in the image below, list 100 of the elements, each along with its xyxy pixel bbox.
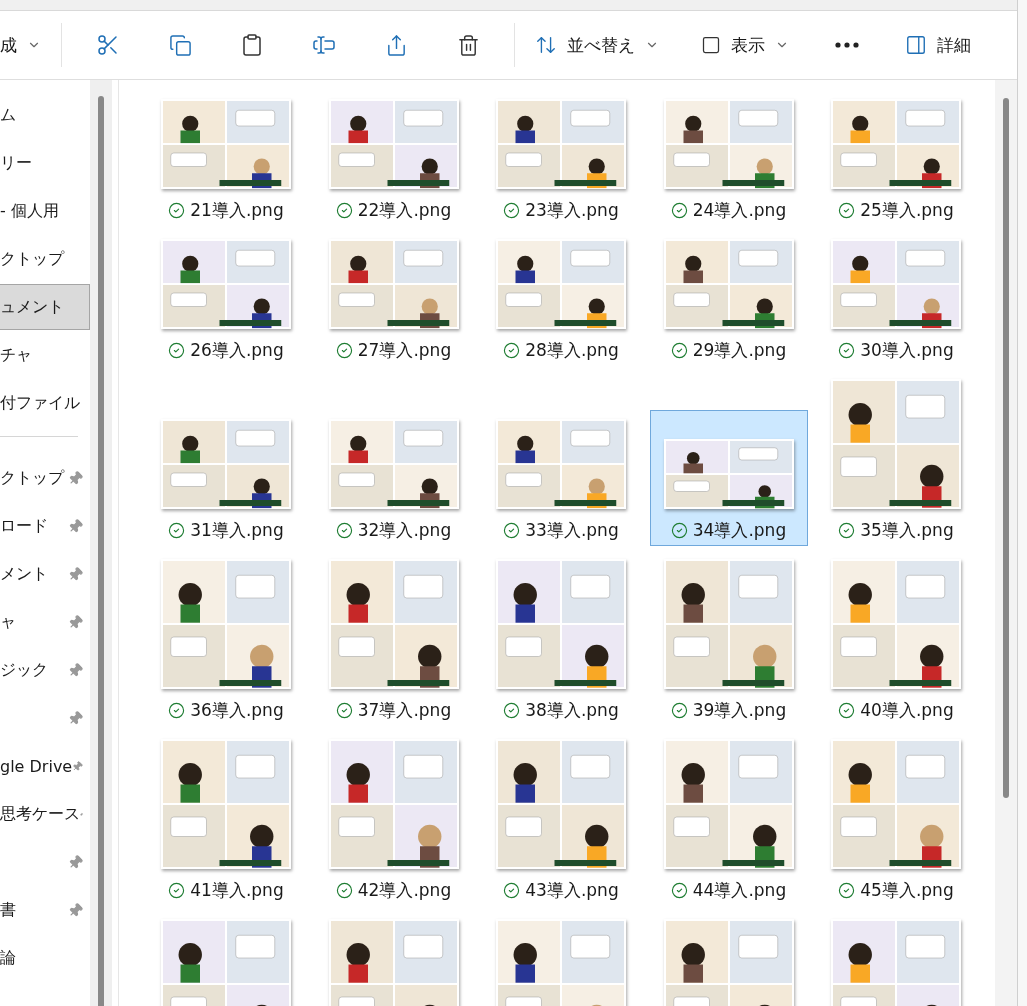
synced-icon xyxy=(838,701,856,719)
file-name: 39導入.png xyxy=(692,698,787,722)
sidebar-item[interactable]: 付ファイル xyxy=(0,380,90,426)
file-name: 35導入.png xyxy=(860,518,954,542)
sidebar-item[interactable]: gle Drive xyxy=(0,756,73,776)
file-tile[interactable]: 39導入.png xyxy=(649,550,808,726)
sidebar-item[interactable]: 論 xyxy=(0,947,16,969)
file-tile[interactable]: 23導入.png xyxy=(482,90,640,226)
synced-icon xyxy=(838,881,856,899)
file-name: 42導入.png xyxy=(357,878,452,902)
clipboard-icon xyxy=(240,33,264,57)
copy-icon xyxy=(168,33,192,57)
file-tile[interactable]: 30導入.png xyxy=(817,230,975,366)
file-name: 44導入.png xyxy=(692,878,787,902)
sort-icon xyxy=(535,34,557,56)
file-tile[interactable]: 26導入.png xyxy=(147,230,305,366)
synced-icon xyxy=(335,881,353,899)
synced-icon xyxy=(335,341,353,359)
sidebar-item[interactable]: ロード xyxy=(0,515,48,537)
sidebar-item[interactable]: クトップ xyxy=(0,467,64,489)
synced-icon xyxy=(670,881,688,899)
synced-icon xyxy=(670,701,688,719)
file-name: 28導入.png xyxy=(525,338,619,362)
file-name: 22導入.png xyxy=(357,198,452,222)
file-name: 21導入.png xyxy=(190,198,284,222)
sidebar-item[interactable]: メント xyxy=(0,563,48,585)
synced-icon xyxy=(503,201,521,219)
more-icon xyxy=(835,42,859,48)
synced-icon xyxy=(503,341,521,359)
file-tile[interactable]: 44導入.png xyxy=(649,730,808,906)
file-name: 40導入.png xyxy=(860,698,954,722)
file-tile[interactable]: 37導入.png xyxy=(314,550,473,726)
file-tile[interactable]: 33導入.png xyxy=(482,410,640,546)
file-name: 23導入.png xyxy=(525,198,619,222)
synced-icon xyxy=(838,201,856,219)
sidebar-item[interactable]: 書 xyxy=(0,899,16,921)
sidebar-item[interactable]: - 個人用 xyxy=(0,188,90,234)
file-tile[interactable]: 29導入.png xyxy=(649,230,808,366)
synced-icon xyxy=(168,341,186,359)
file-tile[interactable]: 38導入.png xyxy=(482,550,640,726)
file-tile[interactable]: 42導入.png xyxy=(314,730,473,906)
synced-icon xyxy=(503,701,521,719)
file-tile[interactable]: 36導入.png xyxy=(147,550,305,726)
file-name: 31導入.png xyxy=(190,518,284,542)
file-name: 34導入.png xyxy=(692,518,787,542)
sidebar-item[interactable]: ャ xyxy=(0,611,16,633)
synced-icon xyxy=(670,201,688,219)
synced-icon xyxy=(168,701,186,719)
file-name: 25導入.png xyxy=(860,198,954,222)
file-tile[interactable]: 28導入.png xyxy=(482,230,640,366)
scrollbar-thumb[interactable] xyxy=(98,96,104,1006)
file-name: 33導入.png xyxy=(525,518,619,542)
synced-icon xyxy=(168,521,186,539)
synced-icon xyxy=(168,881,186,899)
synced-icon xyxy=(503,881,521,899)
file-name: 37導入.png xyxy=(357,698,452,722)
view-button[interactable]: 表示 xyxy=(691,25,799,65)
file-name: 36導入.png xyxy=(190,698,284,722)
synced-icon xyxy=(335,521,353,539)
file-tile[interactable]: 25導入.png xyxy=(817,90,975,226)
file-tile[interactable]: 21導入.png xyxy=(147,90,305,226)
file-name: 26導入.png xyxy=(190,338,284,362)
sidebar-item[interactable]: クトップ xyxy=(0,236,90,282)
scrollbar-thumb[interactable] xyxy=(1003,98,1009,798)
file-name: 30導入.png xyxy=(860,338,954,362)
synced-icon xyxy=(168,201,186,219)
details-button[interactable]: 詳細 xyxy=(895,25,981,65)
synced-icon xyxy=(503,521,521,539)
file-tile[interactable]: 35導入.png xyxy=(817,370,975,546)
file-tile[interactable]: 45導入.png xyxy=(817,730,975,906)
file-tile[interactable]: 43導入.png xyxy=(482,730,640,906)
view-icon xyxy=(701,35,721,55)
file-tile[interactable]: 24導入.png xyxy=(649,90,808,226)
file-name: 29導入.png xyxy=(692,338,787,362)
file-name: 41導入.png xyxy=(190,878,284,902)
file-tile[interactable]: 31導入.png xyxy=(147,410,305,546)
file-tile[interactable]: 34導入.png xyxy=(649,410,808,546)
sidebar-item[interactable]: ム xyxy=(0,92,90,138)
scissors-icon xyxy=(96,33,120,57)
sidebar-item[interactable]: 思考ケース xyxy=(0,803,80,825)
sort-button[interactable]: 並べ替え xyxy=(525,25,669,65)
new-button[interactable]: 成 xyxy=(0,25,51,65)
file-tile[interactable]: 22導入.png xyxy=(314,90,473,226)
file-name: 32導入.png xyxy=(357,518,452,542)
sidebar-item[interactable]: ュメント xyxy=(0,284,90,330)
file-name: 27導入.png xyxy=(357,338,452,362)
sidebar-item[interactable]: ジック xyxy=(0,659,48,681)
file-name: 45導入.png xyxy=(860,878,954,902)
synced-icon xyxy=(335,701,353,719)
sidebar-item[interactable]: チャ xyxy=(0,332,90,378)
synced-icon xyxy=(838,521,856,539)
file-tile[interactable]: 27導入.png xyxy=(314,230,473,366)
file-tile[interactable]: 40導入.png xyxy=(817,550,975,726)
sidebar-item[interactable]: リー xyxy=(0,140,90,186)
rename-icon xyxy=(312,33,336,57)
file-tile[interactable]: 32導入.png xyxy=(314,410,473,546)
file-tile[interactable]: 41導入.png xyxy=(147,730,305,906)
details-pane-icon xyxy=(905,34,927,56)
file-name: 43導入.png xyxy=(525,878,619,902)
trash-icon xyxy=(456,33,480,57)
